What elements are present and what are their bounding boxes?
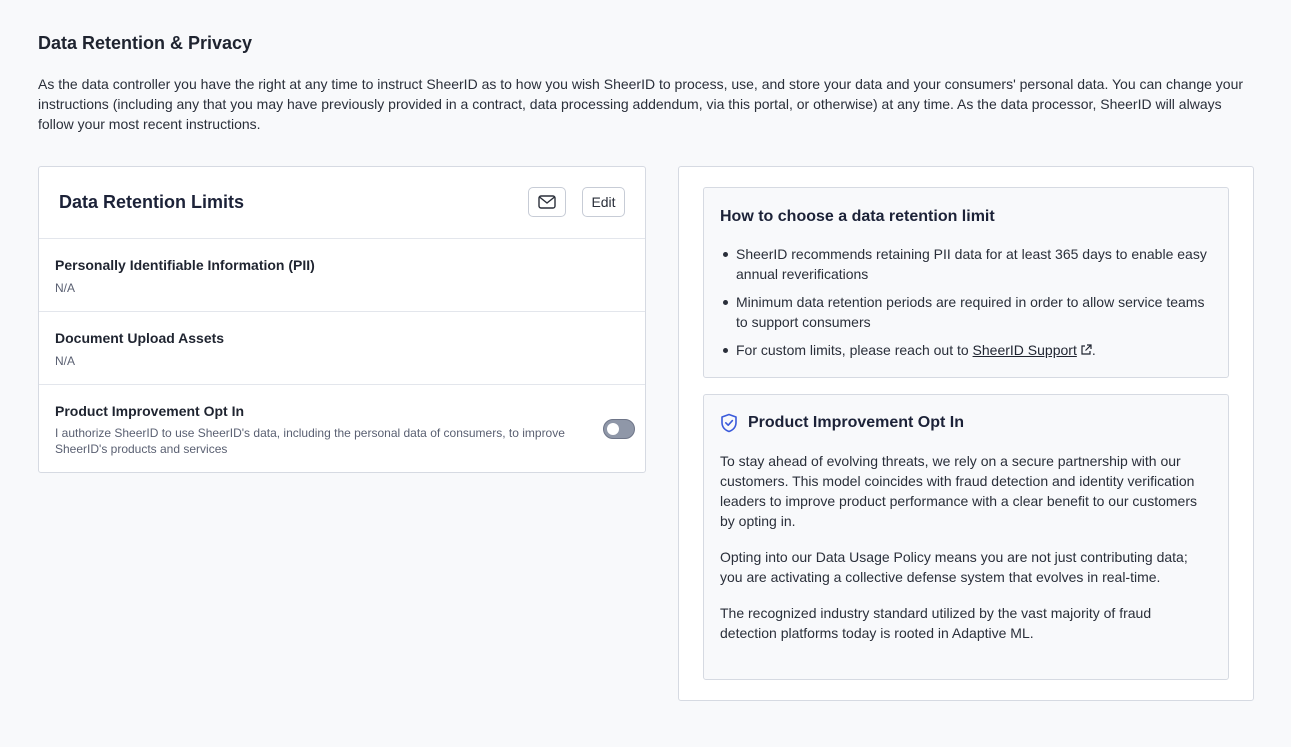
guide-bullet: SheerID recommends retaining PII data fo… (720, 244, 1210, 284)
opt-in-panel-title: Product Improvement Opt In (748, 414, 965, 431)
page-title: Data Retention & Privacy (38, 33, 253, 53)
sheerid-support-link[interactable]: SheerID Support (973, 342, 1092, 358)
retention-guide-panel: How to choose a data retention limit She… (703, 187, 1229, 378)
shield-check-icon (721, 413, 737, 433)
pii-label: Personally Identifiable Information (PII… (55, 257, 315, 273)
pii-row: Personally Identifiable Information (PII… (39, 239, 645, 312)
product-improvement-panel: Product Improvement Opt In To stay ahead… (703, 394, 1229, 680)
opt-in-toggle[interactable] (603, 419, 635, 439)
info-container: How to choose a data retention limit She… (678, 166, 1254, 701)
opt-in-paragraph: Opting into our Data Usage Policy means … (720, 549, 1188, 585)
edit-button[interactable]: Edit (582, 187, 625, 217)
email-button[interactable] (528, 187, 566, 217)
card-header: Data Retention Limits Edit (39, 167, 645, 239)
card-title: Data Retention Limits (59, 192, 245, 212)
toggle-knob (607, 423, 619, 435)
opt-in-panel-header: Product Improvement Opt In (720, 413, 964, 433)
guide-bullet: Minimum data retention periods are requi… (720, 292, 1210, 332)
opt-in-row: Product Improvement Opt In I authorize S… (39, 385, 645, 474)
opt-in-paragraph: The recognized industry standard utilize… (720, 605, 1152, 641)
opt-in-panel-body: To stay ahead of evolving threats, we re… (720, 451, 1210, 659)
document-assets-value: N/A (55, 354, 76, 368)
opt-in-label: Product Improvement Opt In (55, 403, 245, 419)
guide-list: SheerID recommends retaining PII data fo… (720, 244, 1210, 368)
opt-in-description: I authorize SheerID to use SheerID's dat… (55, 426, 565, 456)
support-link-label: SheerID Support (972, 342, 1077, 358)
opt-in-paragraph: To stay ahead of evolving threats, we re… (720, 453, 1198, 529)
custom-prefix: For custom limits, please reach out to (736, 342, 973, 358)
pii-value: N/A (55, 281, 76, 295)
document-assets-row: Document Upload Assets N/A (39, 312, 645, 385)
envelope-icon (538, 195, 556, 209)
data-retention-limits-card: Data Retention Limits Edit Personally Id… (38, 166, 646, 473)
document-assets-label: Document Upload Assets (55, 330, 225, 346)
custom-suffix: . (1091, 342, 1096, 358)
guide-bullet-custom: For custom limits, please reach out to S… (720, 340, 1210, 360)
external-link-icon (1081, 344, 1092, 355)
page-intro: As the data controller you have the righ… (38, 76, 1244, 132)
guide-title: How to choose a data retention limit (720, 208, 995, 225)
